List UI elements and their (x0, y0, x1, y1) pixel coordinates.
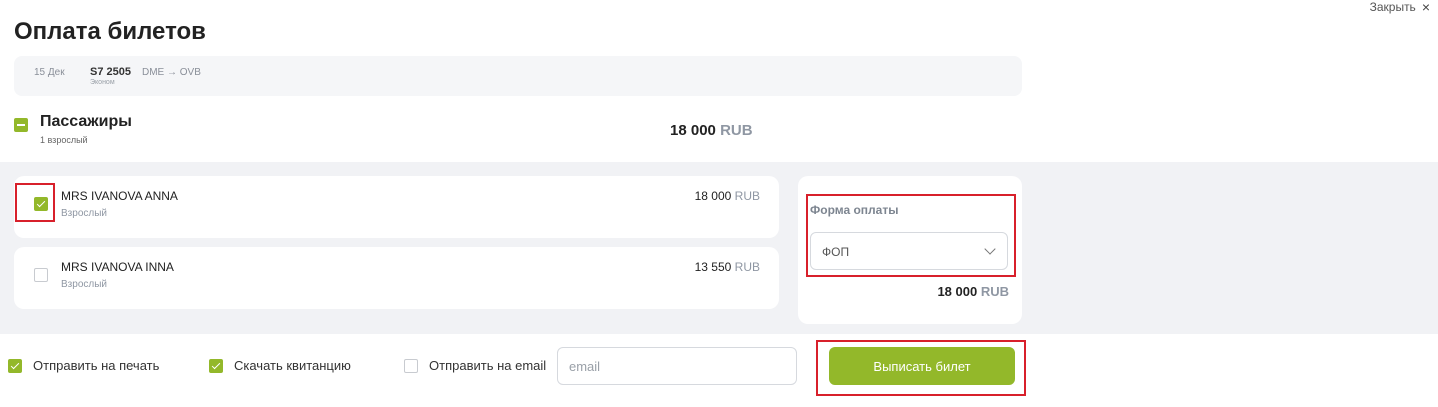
flight-class: Эконом (90, 79, 115, 86)
passengers-title: Пассажиры (40, 113, 132, 130)
payment-total-currency: RUB (980, 284, 1009, 299)
highlight-box (15, 183, 55, 222)
passenger-price-amount: 13 550 (694, 260, 732, 274)
flight-date: 15 Дек (34, 67, 65, 78)
receipt-option[interactable]: Скачать квитанцию (209, 358, 351, 373)
action-bar: Отправить на печать Скачать квитанцию От… (0, 334, 1438, 407)
print-checkbox[interactable] (8, 358, 22, 373)
passenger-card: MRS IVANOVA ANNA Взрослый 18 000 RUB (14, 176, 779, 238)
email-option[interactable]: Отправить на email (404, 358, 546, 373)
print-label: Отправить на печать (33, 358, 160, 373)
passenger-checkbox[interactable] (34, 268, 48, 282)
highlight-box (806, 194, 1016, 277)
passengers-count: 1 взрослый (40, 135, 88, 145)
passengers-total-currency: RUB (720, 122, 753, 139)
highlight-box (816, 340, 1026, 396)
payment-total-amount: 18 000 (937, 284, 978, 299)
email-checkbox[interactable] (404, 358, 418, 373)
passenger-price-currency: RUB (734, 189, 760, 203)
close-button[interactable]: Закрыть × (1370, 0, 1430, 14)
passenger-name: MRS IVANOVA INNA (61, 260, 174, 274)
passenger-price-currency: RUB (734, 260, 760, 274)
receipt-label: Скачать квитанцию (234, 358, 351, 373)
passenger-type: Взрослый (61, 208, 107, 219)
passenger-price: 18 000 RUB (695, 189, 760, 203)
flight-route: DME → OVB (142, 67, 201, 78)
receipt-checkbox[interactable] (209, 358, 223, 373)
flight-info: 15 Дек S7 2505 Эконом DME → OVB (14, 56, 1022, 96)
close-icon: × (1421, 0, 1430, 15)
passenger-name: MRS IVANOVA ANNA (61, 189, 178, 203)
close-label: Закрыть (1369, 0, 1416, 14)
print-option[interactable]: Отправить на печать (8, 358, 159, 373)
passenger-price-amount: 18 000 (694, 189, 732, 203)
passengers-total: 18 000 RUB (670, 122, 753, 139)
page-title: Оплата билетов (14, 18, 206, 45)
payment-total: 18 000 RUB (937, 284, 1009, 299)
passenger-card: MRS IVANOVA INNA Взрослый 13 550 RUB (14, 247, 779, 309)
email-label: Отправить на email (429, 358, 547, 373)
passengers-total-amount: 18 000 (670, 122, 716, 139)
passenger-type: Взрослый (61, 279, 107, 290)
passengers-header: Пассажиры 1 взрослый 18 000 RUB (0, 104, 1438, 162)
flight-number: S7 2505 (90, 66, 131, 78)
collapse-toggle-icon[interactable] (14, 118, 28, 132)
email-input[interactable] (557, 347, 797, 385)
passenger-price: 13 550 RUB (695, 260, 760, 274)
